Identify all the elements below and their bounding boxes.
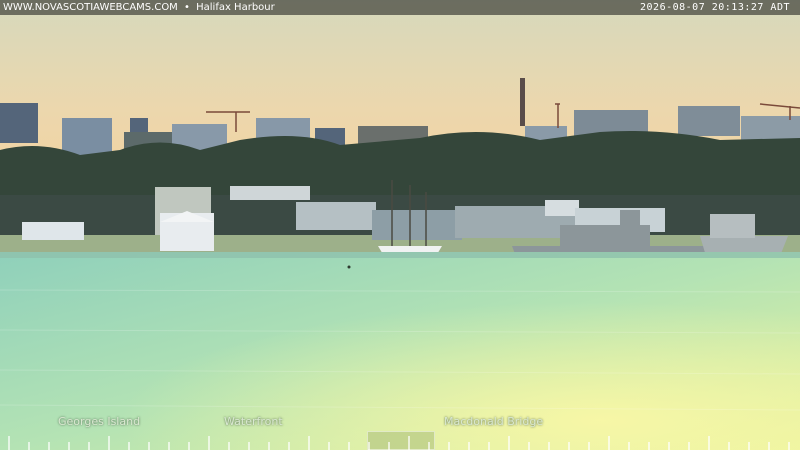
ruler-tick [548,442,550,450]
ruler-tick [368,442,370,450]
ruler-tick [468,442,470,450]
waterfront-buildings [0,186,800,251]
ruler-tick [628,442,630,450]
ruler-tick [248,442,250,450]
ruler-tick [728,442,730,450]
ruler-tick [68,442,70,450]
ruler-tick [568,442,570,450]
ruler-tick [788,442,790,450]
ruler-tick [108,436,110,450]
pan-position-ruler [0,431,800,450]
ruler-tick [388,442,390,450]
ruler-tick [588,442,590,450]
ruler-tick [128,442,130,450]
ruler-tick [748,442,750,450]
ruler-tick [488,442,490,450]
location-name: Halifax Harbour [196,2,275,13]
ruler-tick [688,442,690,450]
ruler-tick [508,436,510,450]
pan-position-marker [367,431,435,450]
camera-header-bar: WWW.NOVASCOTIAWEBCAMS.COM • Halifax Harb… [0,0,800,15]
ruler-tick [668,442,670,450]
ruler-tick [88,442,90,450]
label-waterfront: Waterfront [224,415,283,428]
ruler-tick [408,436,410,450]
ruler-tick [148,442,150,450]
ruler-tick [28,442,30,450]
ruler-tick [428,442,430,450]
timestamp: 2026-08-07 20:13:27 ADT [640,2,790,13]
title-separator: • [184,2,190,13]
ruler-tick [768,442,770,450]
ruler-tick [168,442,170,450]
ruler-tick [528,442,530,450]
ruler-tick [228,442,230,450]
ruler-tick [708,436,710,450]
ruler-tick [348,442,350,450]
harbour-buoy [347,265,351,269]
ruler-tick [448,442,450,450]
harbour-camera-view [0,0,800,450]
ruler-tick [648,442,650,450]
ruler-tick [8,436,10,450]
ruler-tick [308,436,310,450]
ruler-tick [328,442,330,450]
ruler-tick [188,442,190,450]
camera-title: WWW.NOVASCOTIAWEBCAMS.COM • Halifax Harb… [3,0,275,15]
ruler-tick [208,436,210,450]
ruler-tick [288,442,290,450]
site-name: WWW.NOVASCOTIAWEBCAMS.COM [3,2,178,13]
label-georges-island: Georges Island [58,415,141,428]
label-macdonald-bridge: Macdonald Bridge [444,415,544,428]
ruler-tick [48,442,50,450]
ruler-tick [268,442,270,450]
ruler-tick [608,436,610,450]
